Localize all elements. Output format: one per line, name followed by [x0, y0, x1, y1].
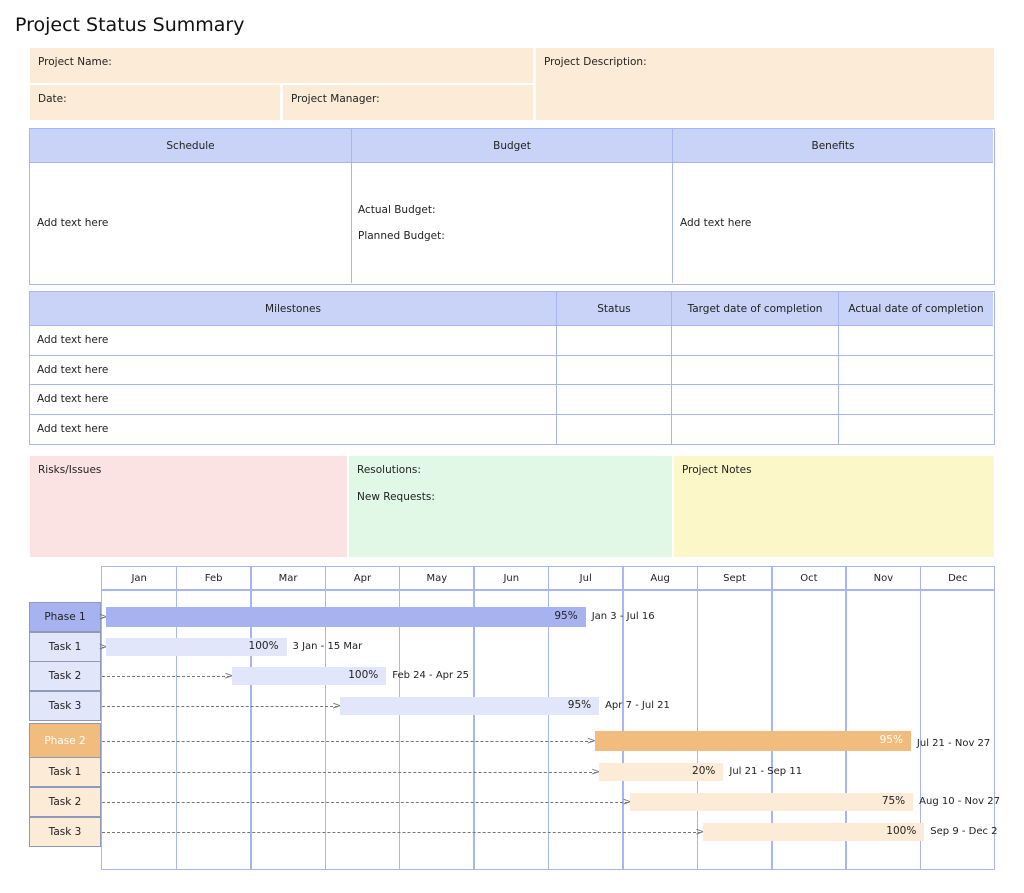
status-header: Status	[557, 292, 672, 326]
milestone-cell[interactable]: Add text here	[30, 415, 557, 445]
milestones-table: Milestones Status Target date of complet…	[29, 291, 995, 445]
resolutions-label: Resolutions:	[357, 464, 421, 476]
gantt-date-range: Apr 7 - Jul 21	[605, 700, 670, 711]
dependency-arrow	[102, 772, 598, 773]
dependency-arrow	[102, 706, 339, 707]
benefits-text: Add text here	[680, 217, 752, 229]
month-label: Jun	[503, 573, 520, 584]
milestone-status-cell[interactable]	[557, 415, 672, 445]
gantt-task-label[interactable]: Task 1	[29, 757, 101, 787]
gantt-percent-label: 100%	[886, 825, 917, 837]
month-gridline	[696, 567, 699, 869]
gantt-task-label[interactable]: Task 3	[29, 817, 101, 847]
planned-budget-label: Planned Budget:	[358, 230, 445, 242]
month-label: Jan	[131, 573, 147, 584]
benefits-header: Benefits	[673, 129, 993, 163]
month-label: Feb	[204, 573, 223, 584]
gantt-phase-bar[interactable]	[594, 731, 911, 751]
milestone-target-date-cell[interactable]	[672, 415, 839, 445]
milestone-target-date-cell[interactable]	[672, 355, 839, 386]
project-description-label: Project Description:	[544, 56, 647, 68]
gantt-phase-label[interactable]: Phase 2	[29, 723, 101, 759]
dependency-arrow	[102, 676, 231, 677]
gantt-task-label[interactable]: Task 2	[29, 661, 101, 691]
gantt-date-range: Jan 3 - Jul 16	[591, 611, 655, 622]
overview-table: Schedule Budget Benefits Add text here A…	[29, 128, 995, 285]
month-label: Mar	[278, 573, 298, 584]
milestones-header: Milestones	[30, 292, 557, 326]
resolutions-box[interactable]: Resolutions: New Requests:	[349, 456, 672, 557]
milestone-cell[interactable]: Add text here	[30, 355, 557, 386]
benefits-cell[interactable]: Add text here	[673, 163, 993, 283]
project-notes-label: Project Notes	[682, 464, 752, 476]
milestone-cell[interactable]: Add text here	[30, 326, 557, 356]
gantt-task-bar[interactable]	[630, 793, 914, 811]
gantt-phase-label[interactable]: Phase 1	[29, 602, 101, 632]
milestone-status-cell[interactable]	[557, 355, 672, 386]
milestone-actual-date-cell[interactable]	[839, 385, 993, 416]
gantt-task-label[interactable]: Task 2	[29, 787, 101, 817]
project-description-field[interactable]: Project Description:	[536, 48, 994, 120]
milestone-target-date-cell[interactable]	[672, 326, 839, 356]
gantt-percent-label: 95%	[567, 699, 592, 711]
gantt-date-range: Jul 21 - Sep 11	[729, 766, 803, 777]
gantt-percent-label: 100%	[248, 640, 279, 652]
gantt-percent-label: 95%	[554, 610, 578, 622]
milestone-actual-date-cell[interactable]	[839, 356, 993, 386]
gantt-phase-bar[interactable]	[106, 607, 586, 627]
month-label: Apr	[353, 573, 372, 584]
project-notes-box[interactable]: Project Notes	[674, 456, 994, 557]
milestone-status-cell[interactable]	[557, 326, 672, 356]
gantt-task-label[interactable]: Task 1	[29, 632, 101, 662]
gantt-date-range: 3 Jan - 15 Mar	[292, 641, 363, 652]
milestone-actual-date-cell[interactable]	[839, 326, 993, 356]
budget-cell[interactable]: Actual Budget: Planned Budget:	[352, 163, 673, 283]
gantt-task-bar[interactable]	[340, 697, 600, 715]
dependency-arrow	[102, 741, 593, 742]
new-requests-label: New Requests:	[357, 491, 435, 503]
gantt-percent-label: 75%	[881, 795, 906, 807]
budget-header: Budget	[352, 129, 673, 163]
month-label: May	[426, 573, 448, 584]
month-label: Oct	[800, 573, 818, 584]
dependency-arrow	[102, 802, 629, 803]
gantt-percent-label: 20%	[692, 765, 716, 777]
month-label: Sept	[723, 573, 746, 584]
gantt-label-column: Phase 1 Task 1 Task 2 Task 3 Phase 2 Task 1 Ta…	[29, 0, 101, 893]
project-manager-label: Project Manager:	[291, 93, 380, 105]
project-name-field[interactable]: Project Name:	[30, 48, 533, 83]
gantt-date-range: Sep 9 - Dec 2	[930, 826, 998, 837]
target-date-header: Target date of completion	[672, 292, 839, 326]
actual-date-header: Actual date of completion	[839, 292, 993, 326]
month-label: Aug	[650, 573, 670, 584]
project-manager-field[interactable]: Project Manager:	[283, 85, 533, 120]
milestone-target-date-cell[interactable]	[672, 385, 839, 416]
month-label: Nov	[873, 573, 894, 584]
gantt-date-range: Aug 10 - Nov 27	[919, 796, 1000, 807]
gantt-task-label[interactable]: Task 3	[29, 691, 101, 721]
gantt-percent-label: 95%	[879, 734, 903, 746]
gantt-date-range: Jul 21 - Nov 27	[916, 738, 991, 749]
milestone-actual-date-cell[interactable]	[839, 415, 993, 445]
dependency-arrow	[102, 832, 702, 833]
gantt-date-range: Feb 24 - Apr 25	[392, 670, 470, 681]
gantt-percent-label: 100%	[348, 669, 379, 681]
month-label: Jul	[579, 573, 592, 584]
milestone-status-cell[interactable]	[557, 385, 672, 416]
actual-budget-label: Actual Budget:	[358, 204, 436, 216]
milestone-cell[interactable]: Add text here	[30, 385, 557, 416]
month-label: Dec	[948, 573, 968, 584]
